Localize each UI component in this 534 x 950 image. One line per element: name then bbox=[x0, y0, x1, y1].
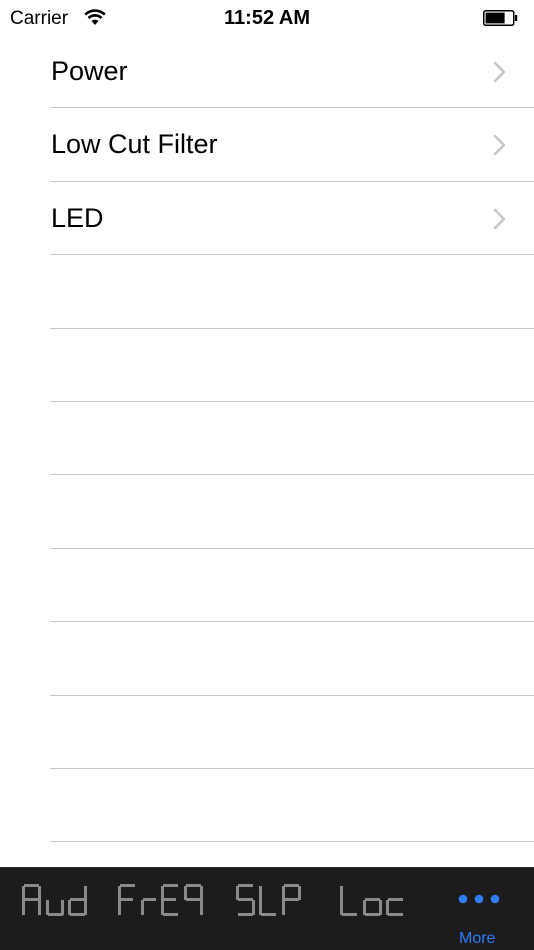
tab-loc[interactable] bbox=[330, 868, 418, 950]
empty-row bbox=[0, 475, 534, 550]
list-item-label: Low Cut Filter bbox=[51, 129, 218, 160]
list-item-label: Power bbox=[51, 56, 128, 86]
list-item-led[interactable]: LED bbox=[0, 182, 534, 256]
chevron-right-icon bbox=[493, 61, 506, 83]
chevron-right-icon bbox=[493, 208, 506, 230]
tab-freq[interactable] bbox=[112, 868, 208, 950]
empty-row bbox=[0, 549, 534, 623]
segment-display-slp-icon bbox=[236, 884, 301, 916]
more-icon bbox=[458, 894, 500, 904]
tab-slp[interactable] bbox=[228, 868, 308, 950]
tab-more-label: More bbox=[459, 930, 496, 947]
segment-display-freq-icon bbox=[118, 884, 203, 916]
empty-row bbox=[0, 329, 534, 403]
segment-display-loc-icon bbox=[340, 886, 403, 916]
list-item-label: LED bbox=[51, 202, 104, 233]
list-item-low-cut-filter[interactable]: Low Cut Filter bbox=[0, 108, 534, 183]
battery-icon bbox=[483, 10, 518, 26]
segment-display-aud-icon bbox=[22, 884, 87, 916]
chevron-right-icon bbox=[493, 135, 506, 156]
status-bar: Carrier 11:52 AM bbox=[0, 0, 534, 36]
clock: 11:52 AM bbox=[224, 7, 310, 29]
empty-row bbox=[0, 402, 534, 476]
empty-row bbox=[0, 769, 534, 843]
tab-aud[interactable] bbox=[14, 868, 94, 950]
empty-row bbox=[0, 622, 534, 696]
empty-row bbox=[0, 255, 534, 329]
settings-list: Power Low Cut Filter LED bbox=[0, 35, 534, 843]
list-item-power[interactable]: Power bbox=[0, 35, 534, 109]
empty-row bbox=[0, 696, 534, 770]
